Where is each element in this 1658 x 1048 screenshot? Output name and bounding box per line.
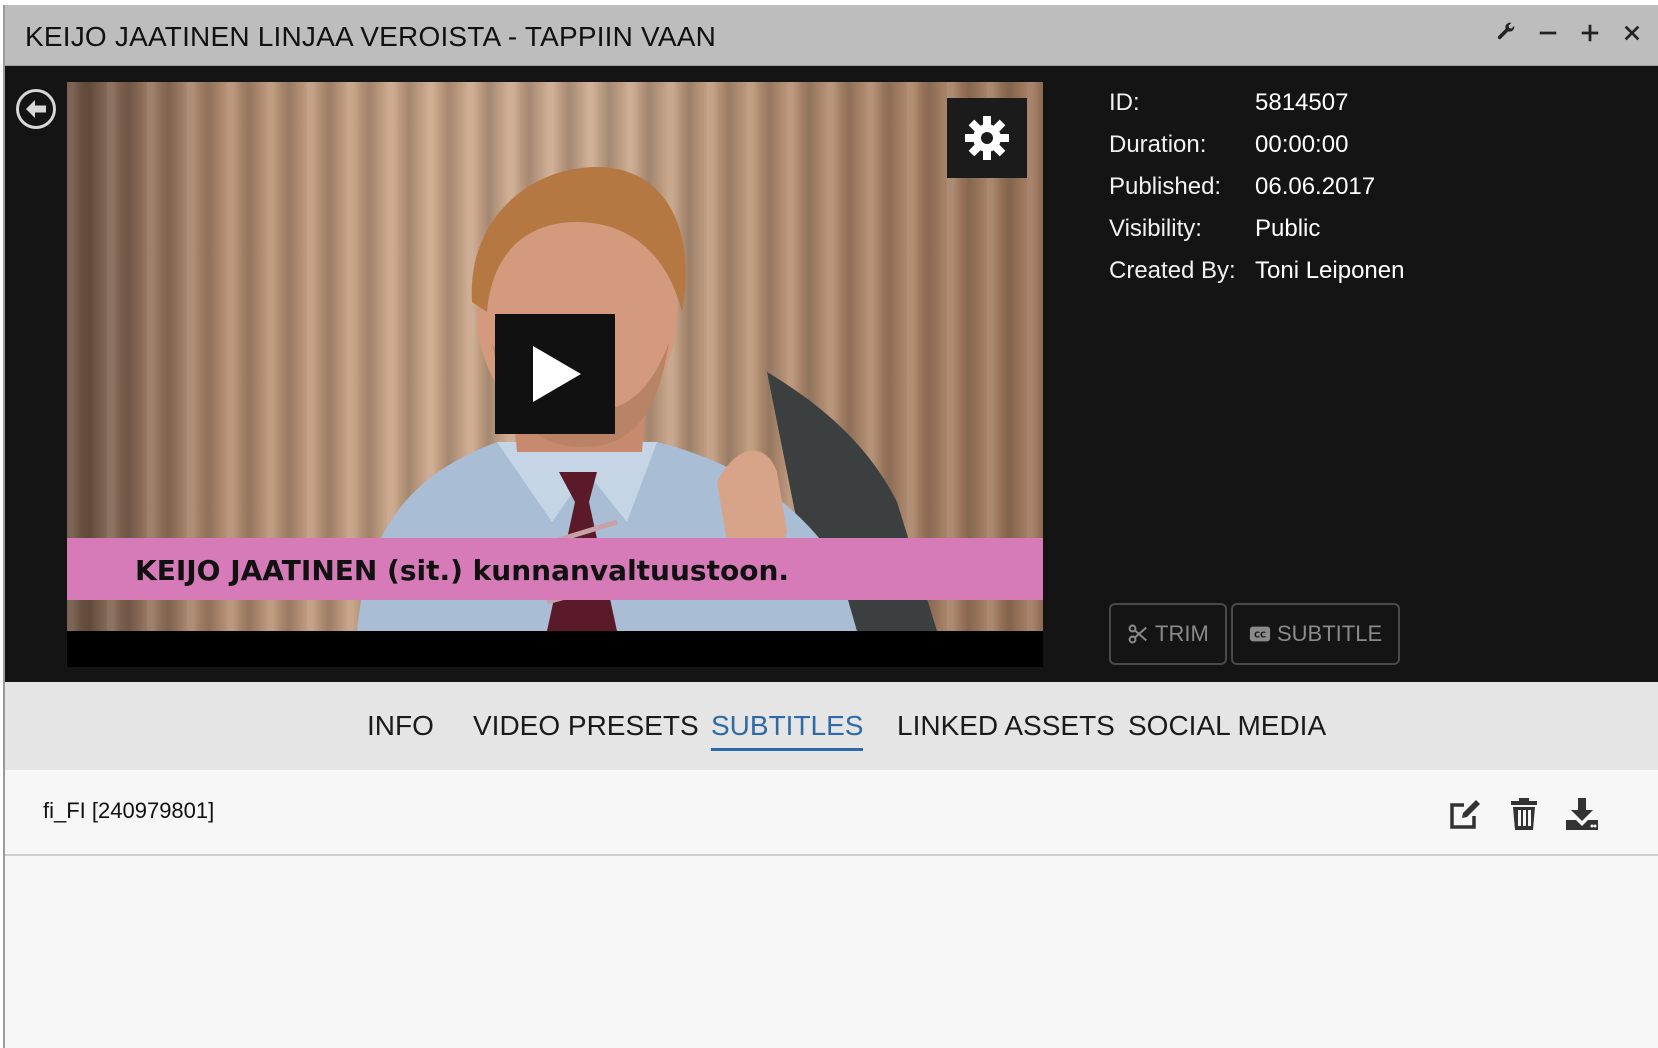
meta-key: Published: (1109, 173, 1222, 200)
gear-icon (965, 116, 1009, 160)
subtitle-list: fi_FI [240979801] (5, 770, 1658, 1048)
tab-social-media[interactable]: SOCIAL MEDIA (1128, 710, 1326, 748)
download-icon[interactable] (1562, 794, 1602, 834)
trash-icon[interactable] (1504, 794, 1544, 834)
meta-key: Visibility: (1109, 215, 1202, 242)
video-player[interactable]: KEIJO JAATINEN (sit.) kunnanvaltuustoon. (67, 82, 1043, 667)
tab-linked-assets[interactable]: LINKED ASSETS (897, 710, 1115, 748)
meta-row-created-by: Created By: Toni Leiponen (1109, 250, 1404, 292)
meta-key: Duration: (1109, 131, 1207, 158)
meta-row-id: ID: 5814507 (1109, 82, 1404, 124)
meta-value: 06.06.2017 (1255, 173, 1376, 200)
subtitle-actions (1446, 794, 1602, 834)
subtitle-name: fi_FI [240979801] (43, 798, 215, 823)
asset-window: KEIJO JAATINEN LINJAA VEROISTA - TAPPIIN… (3, 5, 1658, 1048)
caption-bar: KEIJO JAATINEN (sit.) kunnanvaltuustoon. (67, 538, 1043, 600)
meta-value: 5814507 (1255, 89, 1349, 116)
meta-value: Public (1255, 215, 1321, 242)
close-icon[interactable] (1618, 19, 1646, 47)
tab-bar: INFO VIDEO PRESETS SUBTITLES LINKED ASSE… (5, 682, 1658, 770)
asset-metadata: ID: 5814507 Duration: 00:00:00 Published… (1109, 82, 1404, 292)
meta-value: Toni Leiponen (1255, 257, 1405, 284)
tab-info[interactable]: INFO (367, 710, 434, 748)
window-title: KEIJO JAATINEN LINJAA VEROISTA - TAPPIIN… (25, 21, 717, 52)
player-control-bar (67, 631, 1043, 667)
play-button[interactable] (495, 314, 615, 434)
settings-button[interactable] (947, 98, 1027, 178)
edit-icon[interactable] (1446, 794, 1486, 834)
meta-row-published: Published: 06.06.2017 (1109, 166, 1404, 208)
tab-subtitles[interactable]: SUBTITLES (711, 710, 864, 751)
trim-button[interactable]: TRIM (1109, 603, 1227, 665)
wrench-icon[interactable] (1492, 19, 1520, 47)
trim-label: TRIM (1155, 621, 1209, 646)
scissors-icon (1128, 624, 1147, 644)
svg-text:CC: CC (1254, 630, 1266, 640)
list-item: fi_FI [240979801] (5, 770, 1658, 856)
asset-header: KEIJO JAATINEN (sit.) kunnanvaltuustoon. (5, 66, 1658, 682)
meta-value: 00:00:00 (1255, 131, 1349, 158)
subtitle-label: SUBTITLE (1277, 621, 1383, 646)
subtitle-button[interactable]: CC SUBTITLE (1231, 603, 1401, 665)
title-bar: KEIJO JAATINEN LINJAA VEROISTA - TAPPIIN… (5, 5, 1658, 66)
meta-key: Created By: (1109, 257, 1236, 284)
meta-key: ID: (1109, 89, 1140, 116)
play-icon (533, 346, 581, 402)
closed-caption-icon: CC (1249, 626, 1271, 642)
maximize-icon[interactable] (1576, 19, 1604, 47)
meta-row-visibility: Visibility: Public (1109, 208, 1404, 250)
minimize-icon[interactable] (1534, 19, 1562, 47)
meta-row-duration: Duration: 00:00:00 (1109, 124, 1404, 166)
window-controls (1492, 19, 1646, 47)
back-arrow-icon[interactable] (15, 88, 57, 130)
tab-video-presets[interactable]: VIDEO PRESETS (473, 710, 699, 748)
caption-text: KEIJO JAATINEN (sit.) kunnanvaltuustoon. (135, 554, 790, 587)
